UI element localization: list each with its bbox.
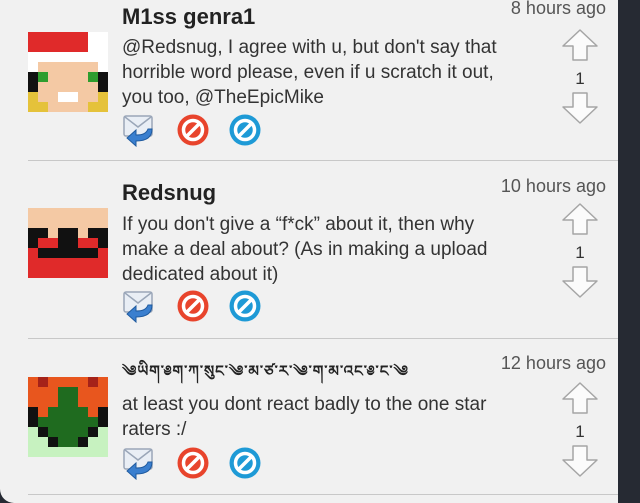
comments-panel: M1ss genra1 8 hours ago @Redsnug, I agre… xyxy=(0,0,618,503)
comment-timestamp: 10 hours ago xyxy=(500,176,606,196)
reply-icon[interactable] xyxy=(122,289,158,328)
block-icon[interactable] xyxy=(228,113,262,152)
avatar[interactable] xyxy=(28,32,108,112)
vote-control: 1 xyxy=(558,381,602,483)
thumb-down-arrow-icon[interactable] xyxy=(558,91,602,130)
vote-count: 1 xyxy=(575,422,585,441)
divider xyxy=(28,494,618,495)
vote-count: 1 xyxy=(575,243,585,262)
flag-icon[interactable] xyxy=(176,113,210,152)
comment-item: Redsnug 10 hours ago If you don't give a… xyxy=(0,170,618,335)
comment-text: @Redsnug, I agree with u, but don't say … xyxy=(122,37,497,108)
divider xyxy=(28,160,618,161)
block-icon[interactable] xyxy=(228,289,262,328)
comment-item: ༄ཡིག་༅ག་ཀ་སུང་༄་མ་ཙ་ར་༄་ག་མ་འང་༅་ང་༄ 12 … xyxy=(0,345,618,503)
thumb-down-arrow-icon[interactable] xyxy=(558,444,602,483)
comment-timestamp: 12 hours ago xyxy=(500,353,606,373)
thumb-up-arrow-icon[interactable] xyxy=(558,28,602,67)
comment-username[interactable]: M1ss genra1 xyxy=(122,4,255,30)
comment-username[interactable]: ༄ཡིག་༅ག་ཀ་སུང་༄་མ་ཙ་ར་༄་ག་མ་འང་༅་ང་༄ xyxy=(122,355,409,397)
flag-icon[interactable] xyxy=(176,446,210,485)
vote-control: 1 xyxy=(558,202,602,304)
vote-control: 1 xyxy=(558,28,602,130)
comment-username[interactable]: Redsnug xyxy=(122,180,216,206)
comment-text: at least you dont react badly to the one… xyxy=(122,394,487,440)
thumb-up-arrow-icon[interactable] xyxy=(558,381,602,420)
block-icon[interactable] xyxy=(228,446,262,485)
thumb-down-arrow-icon[interactable] xyxy=(558,265,602,304)
divider xyxy=(28,338,618,339)
reply-icon[interactable] xyxy=(122,446,158,485)
comment-text: If you don't give a “f*ck” about it, the… xyxy=(122,214,488,285)
avatar[interactable] xyxy=(28,377,108,457)
comment-timestamp: 8 hours ago xyxy=(510,0,606,18)
comment-item: M1ss genra1 8 hours ago @Redsnug, I agre… xyxy=(0,0,618,165)
thumb-up-arrow-icon[interactable] xyxy=(558,202,602,241)
reply-icon[interactable] xyxy=(122,113,158,152)
comment-actions xyxy=(122,114,262,150)
comment-actions xyxy=(122,447,262,483)
vote-count: 1 xyxy=(575,69,585,88)
comment-actions xyxy=(122,290,262,326)
avatar[interactable] xyxy=(28,208,108,288)
flag-icon[interactable] xyxy=(176,289,210,328)
